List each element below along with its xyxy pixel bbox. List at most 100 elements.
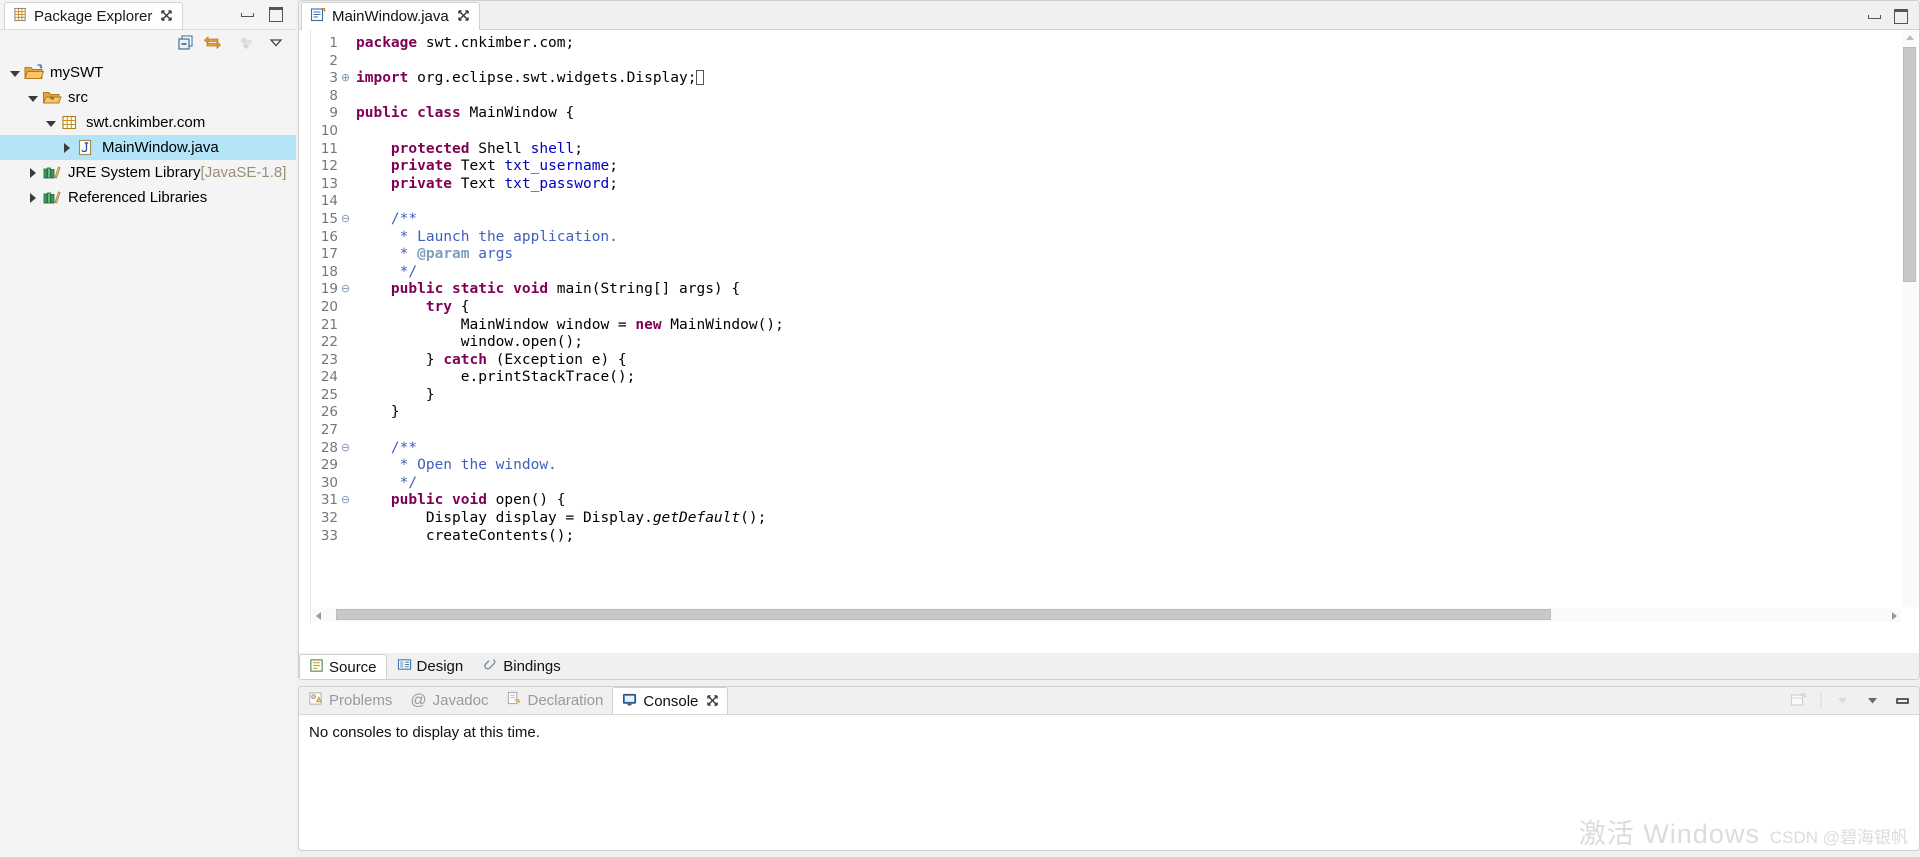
code-line[interactable]: 26 } <box>312 404 1901 422</box>
close-icon[interactable] <box>707 694 719 708</box>
maximize-icon[interactable] <box>268 6 283 22</box>
code-line[interactable]: 15 ⊖ /** <box>312 211 1901 229</box>
code-editor[interactable]: 1 package swt.cnkimber.com; 2 3 ⊕ import org.… <box>299 30 1919 623</box>
code-line[interactable]: 14 <box>312 193 1901 211</box>
fold-collapse-icon[interactable]: ⊖ <box>340 283 351 295</box>
horizontal-scroll-thumb[interactable] <box>336 609 1551 620</box>
chevron-right-icon[interactable] <box>28 167 38 178</box>
minimize-icon[interactable] <box>1867 8 1881 22</box>
code-lines[interactable]: 1 package swt.cnkimber.com; 2 3 ⊕ import org.… <box>312 35 1901 623</box>
code-line[interactable]: 30 */ <box>312 475 1901 493</box>
code-line[interactable]: 9 public class MainWindow { <box>312 105 1901 123</box>
open-console-icon[interactable] <box>1790 692 1807 709</box>
tab-mainwindow-java[interactable]: MainWindow.java <box>301 2 480 30</box>
close-icon[interactable] <box>161 9 173 23</box>
annotation-ruler[interactable] <box>299 30 311 623</box>
tab-console[interactable]: Console <box>612 687 729 714</box>
view-menu-icon[interactable] <box>1864 692 1881 709</box>
code-line[interactable]: 28 ⊖ /** <box>312 440 1901 458</box>
code-text: private Text txt_password; <box>390 175 618 192</box>
tree-item-src[interactable]: src <box>0 85 296 110</box>
code-line[interactable]: 22 window.open(); <box>312 334 1901 352</box>
code-line[interactable]: 33 createContents(); <box>312 528 1901 546</box>
tree-item-label: JRE System Library <box>68 164 201 181</box>
tab-problems[interactable]: Problems <box>299 687 401 714</box>
collapse-all-icon[interactable] <box>177 34 195 52</box>
console-icon <box>622 692 637 711</box>
tree-item-label: Referenced Libraries <box>68 189 208 206</box>
code-text: /** <box>390 439 418 456</box>
chevron-right-icon[interactable] <box>62 142 72 153</box>
tab-javadoc[interactable]: @ Javadoc <box>401 687 497 714</box>
code-line[interactable]: 20 try { <box>312 299 1901 317</box>
scroll-left-icon[interactable] <box>316 612 321 620</box>
line-number: 9 <box>329 105 338 122</box>
line-number: 11 <box>320 140 338 157</box>
pin-console-dropdown-icon[interactable] <box>1834 692 1851 709</box>
minimize-icon[interactable] <box>240 6 254 20</box>
code-line[interactable]: 12 private Text txt_username; <box>312 158 1901 176</box>
tree-item-package[interactable]: swt.cnkimber.com <box>0 110 296 135</box>
code-line[interactable]: 8 <box>312 88 1901 106</box>
code-line[interactable]: 24 e.printStackTrace(); <box>312 369 1901 387</box>
code-line[interactable]: 10 <box>312 123 1901 141</box>
line-number: 19 <box>320 281 338 298</box>
line-number: 28 <box>320 439 338 456</box>
toolbar-separator <box>1820 692 1822 709</box>
code-line[interactable]: 32 Display display = Display.getDefault(… <box>312 510 1901 528</box>
editor-vertical-scrollbar[interactable] <box>1902 30 1917 607</box>
tree-item-myswt[interactable]: mySWT <box>0 60 296 85</box>
chevron-right-icon[interactable] <box>28 192 38 203</box>
fold-collapse-icon[interactable]: ⊖ <box>340 494 351 506</box>
scroll-right-icon[interactable] <box>1892 612 1897 620</box>
code-line[interactable]: 23 } catch (Exception e) { <box>312 352 1901 370</box>
code-text: * Open the window. <box>390 457 557 474</box>
chevron-down-icon[interactable] <box>28 93 38 103</box>
vertical-scroll-thumb[interactable] <box>1903 47 1916 282</box>
tab-bindings[interactable]: Bindings <box>473 654 571 679</box>
code-line[interactable]: 29 * Open the window. <box>312 457 1901 475</box>
chevron-down-icon[interactable] <box>10 68 20 78</box>
line-number: 22 <box>320 334 338 351</box>
tree-item-jre-system-library[interactable]: JRE System Library [JavaSE-1.8] <box>0 160 296 185</box>
tab-source[interactable]: Source <box>299 654 387 679</box>
code-line[interactable]: 13 private Text txt_password; <box>312 176 1901 194</box>
code-line[interactable]: 18 */ <box>312 264 1901 282</box>
focus-on-active-task-icon[interactable] <box>238 34 256 52</box>
console-view: Problems @ Javadoc Declaration Console N… <box>298 686 1920 851</box>
package-explorer-icon <box>13 7 28 26</box>
tree-item-referenced-libraries[interactable]: Referenced Libraries <box>0 185 296 210</box>
tab-package-explorer[interactable]: Package Explorer <box>4 2 184 29</box>
editor-horizontal-scrollbar[interactable] <box>312 608 1901 622</box>
line-number: 32 <box>320 510 338 527</box>
code-line[interactable]: 16 * Launch the application. <box>312 229 1901 247</box>
fold-collapse-icon[interactable]: ⊖ <box>340 442 351 454</box>
code-line[interactable]: 21 MainWindow window = new MainWindow(); <box>312 317 1901 335</box>
tab-declaration-label: Declaration <box>527 692 604 709</box>
code-line[interactable]: 3 ⊕ import org.eclipse.swt.widgets.Display… <box>312 70 1901 88</box>
view-menu-icon[interactable] <box>268 34 286 52</box>
code-line[interactable]: 11 protected Shell shell; <box>312 141 1901 159</box>
code-line[interactable]: 31 ⊖ public void open() { <box>312 492 1901 510</box>
close-icon[interactable] <box>457 10 469 23</box>
code-line[interactable]: 19 ⊖ public static void main(String[] arg… <box>312 281 1901 299</box>
project-tree: mySWT src swt.cnkimber.com MainWindow.ja… <box>0 55 296 210</box>
tab-bindings-label: Bindings <box>503 658 561 675</box>
tab-source-label: Source <box>329 658 377 676</box>
code-line[interactable]: 27 <box>312 422 1901 440</box>
maximize-icon[interactable] <box>1893 8 1908 24</box>
source-editor-icon <box>309 658 324 677</box>
minimize-icon[interactable] <box>1894 692 1911 709</box>
code-line[interactable]: 1 package swt.cnkimber.com; <box>312 35 1901 53</box>
code-line[interactable]: 17 * @param args <box>312 246 1901 264</box>
fold-collapse-icon[interactable]: ⊖ <box>340 213 351 225</box>
tab-declaration[interactable]: Declaration <box>497 687 612 714</box>
code-line[interactable]: 2 <box>312 53 1901 71</box>
fold-expand-icon[interactable]: ⊕ <box>340 72 351 84</box>
tree-item-mainwindow-java[interactable]: MainWindow.java <box>0 135 296 160</box>
link-with-editor-icon[interactable] <box>203 34 222 52</box>
chevron-down-icon[interactable] <box>46 118 56 128</box>
scroll-up-icon[interactable] <box>1906 35 1914 40</box>
tab-design[interactable]: Design <box>387 654 474 679</box>
code-line[interactable]: 25 } <box>312 387 1901 405</box>
